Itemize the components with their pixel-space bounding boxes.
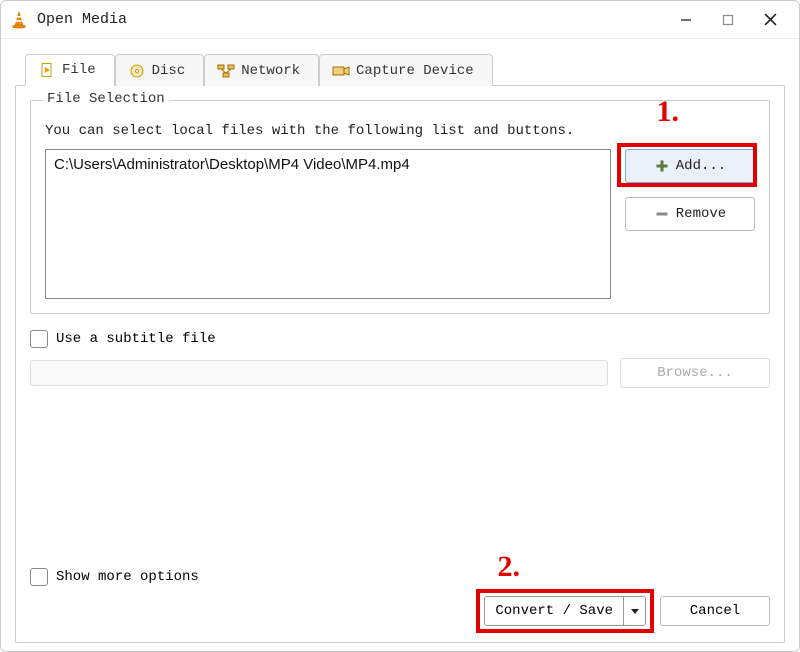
content-area: File Disc Network Capture Device (1, 39, 799, 651)
subtitle-row: Use a subtitle file (30, 330, 770, 348)
chevron-down-icon (630, 606, 640, 616)
window-title: Open Media (37, 11, 665, 28)
tab-capture-device[interactable]: Capture Device (319, 54, 493, 86)
tab-file-label: File (62, 62, 96, 78)
convert-save-button[interactable]: Convert / Save (484, 596, 646, 626)
cancel-button-label: Cancel (690, 603, 740, 619)
file-selection-instruction: You can select local files with the foll… (45, 123, 755, 139)
convert-save-label: Convert / Save (485, 597, 623, 625)
browse-button: Browse... (620, 358, 770, 388)
tab-disc[interactable]: Disc (115, 54, 205, 86)
bottom-bar: Show more options 2. Convert / Save (30, 556, 770, 626)
file-icon (38, 61, 56, 79)
minimize-button[interactable] (665, 5, 707, 35)
cancel-button[interactable]: Cancel (660, 596, 770, 626)
subtitle-path-row: Browse... (30, 358, 770, 388)
titlebar: Open Media (1, 1, 799, 39)
subtitle-checkbox-label: Use a subtitle file (56, 331, 216, 347)
show-more-row: Show more options (30, 568, 770, 586)
network-icon (217, 62, 235, 80)
file-list[interactable]: C:\Users\Administrator\Desktop\MP4 Video… (45, 149, 611, 299)
tab-network-label: Network (241, 63, 300, 79)
tab-strip: File Disc Network Capture Device (25, 53, 785, 85)
action-row: 2. Convert / Save Cancel (30, 596, 770, 626)
tab-capture-device-label: Capture Device (356, 63, 474, 79)
add-button-label: Add... (676, 158, 726, 174)
file-selection-group: File Selection You can select local file… (30, 100, 770, 314)
capture-device-icon (332, 62, 350, 80)
show-more-checkbox[interactable] (30, 568, 48, 586)
subtitle-path-input (30, 360, 608, 386)
maximize-button[interactable] (707, 5, 749, 35)
file-buttons-column: Add... Remove (625, 149, 755, 231)
remove-button-label: Remove (676, 206, 726, 222)
plus-icon (654, 158, 670, 174)
convert-save-dropdown[interactable] (623, 597, 645, 625)
file-row: C:\Users\Administrator\Desktop\MP4 Video… (45, 149, 755, 299)
file-selection-label: File Selection (43, 91, 169, 107)
tab-file[interactable]: File (25, 54, 115, 86)
file-panel: File Selection You can select local file… (15, 85, 785, 643)
show-more-label: Show more options (56, 569, 199, 585)
tab-network[interactable]: Network (204, 54, 319, 86)
vlc-cone-icon (9, 10, 29, 30)
subtitle-checkbox[interactable] (30, 330, 48, 348)
disc-icon (128, 62, 146, 80)
open-media-window: Open Media File Disc (0, 0, 800, 652)
tab-disc-label: Disc (152, 63, 186, 79)
close-button[interactable] (749, 5, 791, 35)
remove-button[interactable]: Remove (625, 197, 755, 231)
add-button[interactable]: Add... (625, 149, 755, 183)
browse-button-label: Browse... (657, 365, 733, 381)
file-list-item[interactable]: C:\Users\Administrator\Desktop\MP4 Video… (54, 156, 602, 173)
minus-icon (654, 206, 670, 222)
